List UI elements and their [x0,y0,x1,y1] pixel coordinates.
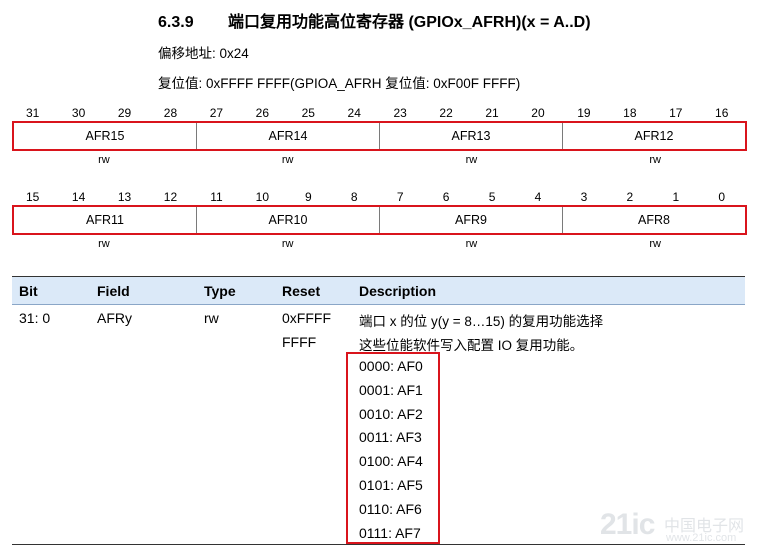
af-option: 0100: AF4 [359,453,423,470]
bit-number: 10 [255,190,270,204]
header-reset: Reset [282,283,321,299]
bit-number: 29 [117,106,132,120]
upper-bit-numbers: 31 30 29 28 27 26 25 24 23 22 21 20 19 18 17 16 [12,106,747,122]
table-header: Bit Field Type Reset Description [12,276,745,305]
cell-bit: 31: 0 [19,310,51,326]
bit-number: 13 [117,190,132,204]
section-title: 端口复用功能高位寄存器 (GPIOx_AFRH)(x = A..D) [228,14,591,31]
access-label: rw [465,154,478,166]
af-option: 0111: AF7 [359,524,421,541]
bit-number: 28 [163,106,178,120]
cell-type: rw [204,310,219,326]
bit-number: 5 [488,190,496,204]
header-description: Description [359,283,437,299]
lower-access-row: rw rw rw rw [12,238,747,250]
af-option: 0000: AF0 [359,358,423,374]
bit-number: 15 [25,190,40,204]
access-label: rw [649,154,661,166]
bit-number: 8 [350,190,358,204]
bit-number: 0 [718,190,726,204]
af-option: 0001: AF1 [359,381,423,398]
af-option: 0110: AF6 [359,500,422,517]
access-label: rw [649,238,661,250]
cell-reset-line2: FFFF [282,334,317,350]
access-label: rw [281,154,294,166]
upper-access-row: rw rw rw rw [12,154,747,166]
register-field-afr10: AFR10 [197,207,380,233]
bit-number: 23 [393,106,407,120]
register-field-afr14: AFR14 [197,123,380,149]
watermark-url: www.21ic.com [666,532,737,544]
offset-address: 偏移地址: 0x24 [158,46,249,61]
cell-field: AFRy [97,310,132,326]
access-label: rw [465,238,478,250]
access-label: rw [98,154,110,166]
header-bit: Bit [19,283,38,299]
af-options-box: 0000: AF0 0001: AF1 0010: AF2 0011: AF3 0100… [346,352,440,544]
section-heading: 6.3.9 端口复用功能高位寄存器 (GPIOx_AFRH)(x = A..D) [158,8,591,32]
header-field: Field [97,283,130,299]
header-type: Type [204,283,236,299]
register-upper-half: AFR15 AFR14 AFR13 AFR12 [12,121,747,151]
description-line1: 端口 x 的位 y(y = 8…15) 的复用功能选择 [359,314,604,329]
watermark-logo: 21ic [600,508,655,541]
bit-number: 1 [672,190,680,204]
reset-value: 复位值: 0xFFFF FFFF(GPIOA_AFRH 复位值: 0xF00F … [158,76,521,91]
table-bottom-rule [12,544,745,545]
bit-number: 11 [210,190,223,204]
bit-number: 3 [580,190,588,204]
register-field-afr9: AFR9 [380,207,563,233]
bit-number: 6 [442,190,450,204]
register-field-afr15: AFR15 [14,123,197,149]
lower-bit-numbers: 15 14 13 12 11 10 9 8 7 6 5 4 3 2 1 0 [12,190,747,206]
bit-number: 4 [534,190,542,204]
access-label: rw [98,238,110,250]
bit-number: 26 [255,106,270,120]
bit-number: 14 [71,190,86,204]
bit-number: 19 [577,106,591,120]
af-option: 0011: AF3 [359,429,422,446]
register-field-afr11: AFR11 [14,207,197,233]
af-option: 0101: AF5 [359,477,423,493]
access-label: rw [281,238,294,250]
cell-reset-line1: 0xFFFF [282,310,331,326]
bit-number: 20 [531,106,545,120]
register-field-afr8: AFR8 [638,213,670,227]
bit-number: 17 [669,106,683,120]
bit-number: 22 [439,106,453,120]
bit-number: 18 [623,106,637,120]
bit-number: 9 [304,190,312,204]
section-number: 6.3.9 [158,14,194,31]
bit-number: 16 [715,106,729,120]
description-line2: 这些位能软件写入配置 IO 复用功能。 [359,338,584,353]
bit-number: 24 [347,106,361,120]
register-field-afr12: AFR12 [634,129,674,143]
bit-number: 27 [209,106,224,120]
bit-number: 30 [71,106,86,120]
register-lower-half: AFR11 AFR10 AFR9 AFR8 [12,205,747,235]
bit-number: 7 [396,190,404,204]
bit-number: 12 [163,190,178,204]
bit-number: 25 [301,106,315,120]
bit-number: 2 [626,190,634,204]
register-field-afr13: AFR13 [380,123,563,149]
bit-number: 21 [485,106,499,120]
af-option: 0010: AF2 [359,405,423,422]
bit-number: 31 [25,106,40,120]
